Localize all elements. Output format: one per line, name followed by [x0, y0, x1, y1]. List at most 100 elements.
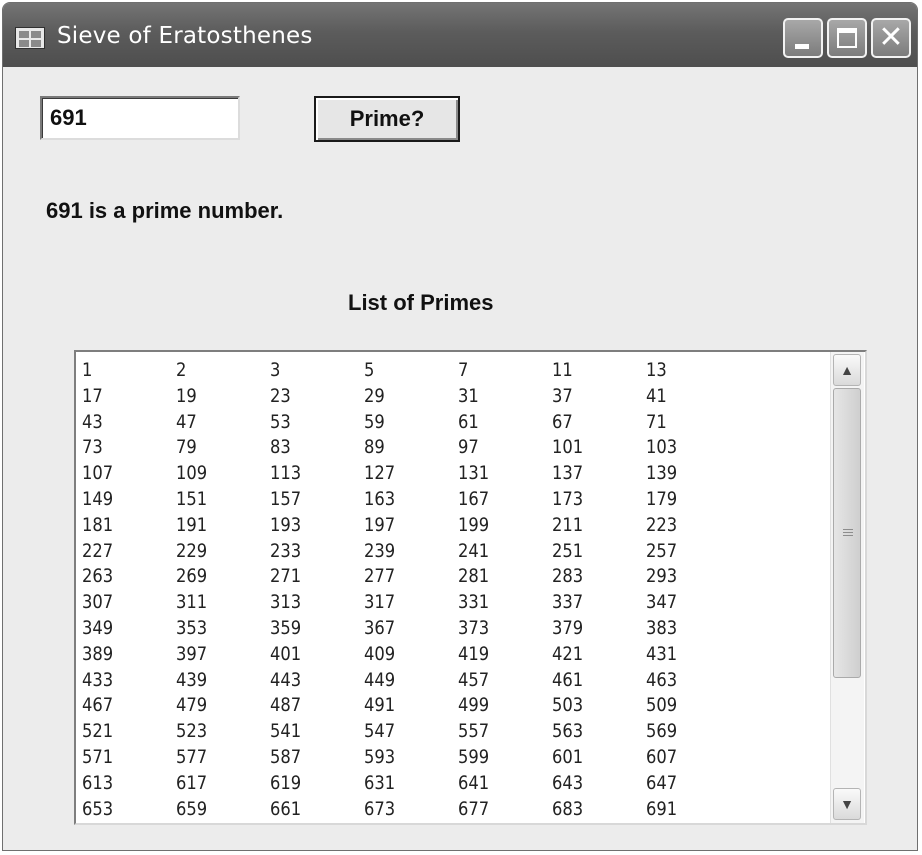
prime-cell: 227	[82, 539, 114, 562]
list-row[interactable]: 653 659 661 673 677 683 691	[82, 797, 740, 823]
prime-cell: 683	[552, 797, 584, 820]
prime-cell: 97	[458, 436, 479, 459]
vertical-scrollbar[interactable]: ▲ ▼	[830, 352, 864, 823]
prime-cell: 541	[270, 720, 302, 743]
list-row[interactable]: 433 439 443 449 457 461 463	[82, 668, 740, 694]
prime-cell: 577	[176, 745, 208, 768]
prime-cell: 43	[82, 410, 103, 433]
list-row[interactable]: 149 151 157 163 167 173 179	[82, 487, 740, 513]
prime-cell: 193	[270, 513, 302, 536]
close-button[interactable]: ✕	[871, 18, 911, 58]
scroll-up-button[interactable]: ▲	[833, 354, 861, 386]
prime-cell: 449	[364, 668, 396, 691]
prime-cell: 653	[82, 797, 114, 820]
prime-cell: 521	[82, 720, 114, 743]
prime-cell: 173	[552, 487, 584, 510]
list-row[interactable]: 107 109 113 127 131 137 139	[82, 461, 740, 487]
prime-cell: 563	[552, 720, 584, 743]
prime-cell: 281	[458, 565, 490, 588]
prime-cell: 661	[270, 797, 302, 820]
list-row[interactable]: 73 79 83 89 97 101 103	[82, 435, 740, 461]
prime-cell: 1	[82, 359, 93, 381]
prime-cell: 367	[364, 616, 396, 639]
prime-cell: 419	[458, 642, 490, 665]
prime-cell: 337	[552, 591, 584, 614]
prime-cell: 241	[458, 539, 490, 562]
list-row[interactable]: 571 577 587 593 599 601 607	[82, 745, 740, 771]
prime-cell: 433	[82, 668, 114, 691]
prime-cell: 397	[176, 642, 208, 665]
prime-cell: 467	[82, 694, 114, 717]
prime-cell: 307	[82, 591, 114, 614]
prime-cell: 181	[82, 513, 114, 536]
prime-cell: 107	[82, 462, 114, 485]
prime-cell: 3	[270, 359, 281, 381]
chevron-up-icon: ▲	[840, 362, 854, 378]
prime-cell: 271	[270, 565, 302, 588]
close-icon: ✕	[878, 20, 904, 55]
prime-cell: 523	[176, 720, 208, 743]
prime-cell: 19	[176, 384, 197, 407]
list-row[interactable]: 521 523 541 547 557 563 569	[82, 719, 740, 745]
list-row[interactable]: 467 479 487 491 499 503 509	[82, 693, 740, 719]
prime-cell: 17	[82, 384, 103, 407]
prime-cell: 113	[270, 462, 302, 485]
number-input[interactable]	[40, 96, 240, 140]
prime-cell: 151	[176, 487, 208, 510]
list-row[interactable]: 307 311 313 317 331 337 347	[82, 590, 740, 616]
prime-cell: 691	[646, 797, 678, 820]
list-row[interactable]: 389 397 401 409 419 421 431	[82, 642, 740, 668]
list-row[interactable]: 349 353 359 367 373 379 383	[82, 616, 740, 642]
list-row[interactable]: 227 229 233 239 241 251 257	[82, 539, 740, 565]
prime-cell: 499	[458, 694, 490, 717]
prime-cell: 409	[364, 642, 396, 665]
minimize-button[interactable]	[783, 18, 823, 58]
prime-cell: 457	[458, 668, 490, 691]
prime-cell: 31	[458, 384, 479, 407]
prime-cell: 197	[364, 513, 396, 536]
prime-cell: 293	[646, 565, 678, 588]
prime-cell: 421	[552, 642, 584, 665]
list-row[interactable]: 613 617 619 631 641 643 647	[82, 771, 740, 797]
prime-cell: 103	[646, 436, 678, 459]
prime-cell: 163	[364, 487, 396, 510]
prime-cell: 503	[552, 694, 584, 717]
prime-cell: 463	[646, 668, 678, 691]
prime-cell: 569	[646, 720, 678, 743]
prime-cell: 613	[82, 771, 114, 794]
prime-cell: 383	[646, 616, 678, 639]
prime-cell: 251	[552, 539, 584, 562]
scroll-thumb[interactable]	[833, 388, 861, 678]
prime-cell: 139	[646, 462, 678, 485]
prime-check-button[interactable]: Prime?	[314, 96, 460, 142]
primes-list[interactable]: 1 2 3 5 7 11 13 17 19 23 29 31 37 41 43 47 53 59 61 67 71 73 7…	[74, 350, 867, 825]
list-row[interactable]: 17 19 23 29 31 37 41	[82, 384, 740, 410]
list-row[interactable]: 1 2 3 5 7 11 13	[82, 358, 740, 384]
maximize-button[interactable]	[827, 18, 867, 58]
prime-cell: 263	[82, 565, 114, 588]
prime-cell: 233	[270, 539, 302, 562]
list-row[interactable]: 263 269 271 277 281 283 293	[82, 564, 740, 590]
app-icon[interactable]	[15, 27, 45, 49]
prime-cell: 283	[552, 565, 584, 588]
prime-cell: 347	[646, 591, 678, 614]
prime-cell: 353	[176, 616, 208, 639]
prime-cell: 443	[270, 668, 302, 691]
title-bar[interactable]: Sieve of Eratosthenes ✕	[3, 3, 917, 67]
list-row[interactable]: 181 191 193 197 199 211 223	[82, 513, 740, 539]
prime-cell: 311	[176, 591, 208, 614]
list-row[interactable]: 43 47 53 59 61 67 71	[82, 410, 740, 436]
prime-cell: 23	[270, 384, 291, 407]
prime-cell: 491	[364, 694, 396, 717]
prime-cell: 53	[270, 410, 291, 433]
prime-cell: 89	[364, 436, 385, 459]
prime-cell: 41	[646, 384, 667, 407]
prime-cell: 101	[552, 436, 584, 459]
list-title: List of Primes	[348, 290, 494, 315]
prime-cell: 199	[458, 513, 490, 536]
prime-cell: 601	[552, 745, 584, 768]
prime-cell: 617	[176, 771, 208, 794]
prime-cell: 71	[646, 410, 667, 433]
prime-cell: 313	[270, 591, 302, 614]
scroll-down-button[interactable]: ▼	[833, 788, 861, 820]
